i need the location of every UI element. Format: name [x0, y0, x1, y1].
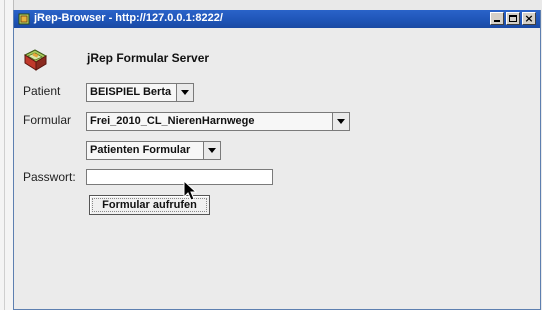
- chevron-down-icon: [208, 148, 216, 153]
- patient-select-value: BEISPIEL Berta: [90, 86, 172, 98]
- formular-type-dropdown-button[interactable]: [203, 142, 220, 159]
- mouse-cursor-icon: [183, 180, 198, 201]
- title-bar[interactable]: jRep-Browser - http://127.0.0.1:8222/ ×: [14, 10, 540, 28]
- password-field[interactable]: [86, 169, 273, 185]
- background-window-border: [4, 0, 5, 310]
- chevron-down-icon: [181, 90, 189, 95]
- chevron-down-icon: [337, 119, 345, 124]
- browser-window: jRep-Browser - http://127.0.0.1:8222/ × …: [13, 10, 541, 310]
- close-button[interactable]: ×: [522, 12, 536, 25]
- app-small-icon: [18, 13, 30, 25]
- patient-dropdown-button[interactable]: [176, 84, 193, 101]
- patient-select[interactable]: BEISPIEL Berta: [86, 83, 194, 102]
- formular-select[interactable]: Frei_2010_CL_NierenHarnwege: [86, 112, 350, 131]
- window-content: jRep Formular Server Patient BEISPIEL Be…: [14, 28, 540, 309]
- maximize-icon: [509, 15, 517, 22]
- formular-select-value: Frei_2010_CL_NierenHarnwege: [90, 115, 255, 127]
- window-controls: ×: [490, 12, 536, 26]
- maximize-button[interactable]: [506, 12, 520, 25]
- app-title: jRep Formular Server: [87, 51, 210, 65]
- minimize-button[interactable]: [490, 12, 504, 25]
- minimize-icon: [494, 20, 500, 22]
- password-label: Passwort:: [23, 170, 76, 184]
- formular-type-select[interactable]: Patienten Formular: [86, 141, 221, 160]
- background-window-edge: [0, 0, 14, 310]
- formular-dropdown-button[interactable]: [332, 113, 349, 130]
- book-icon: [23, 49, 48, 71]
- window-title: jRep-Browser - http://127.0.0.1:8222/: [34, 12, 223, 24]
- formular-label: Formular: [23, 113, 72, 127]
- close-icon: ×: [524, 12, 534, 25]
- patient-label: Patient: [23, 84, 61, 98]
- formular-type-value: Patienten Formular: [90, 144, 191, 156]
